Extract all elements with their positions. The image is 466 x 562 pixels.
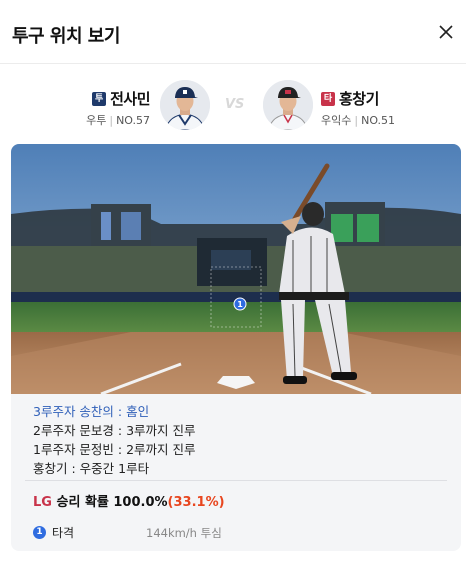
- pitcher-details: 우투 | NO.57: [86, 114, 150, 127]
- divider: [25, 480, 447, 481]
- batter-number: NO.51: [361, 114, 396, 127]
- pitch-marker[interactable]: 1: [237, 300, 243, 309]
- event-list: 3루주자 송찬의 : 홈인 2루주자 문보경 : 3루까지 진루 1루주자 문정…: [33, 402, 443, 478]
- event-item: 1루주자 문정빈 : 2루까지 진루: [33, 442, 196, 457]
- batter-avatar[interactable]: [263, 80, 313, 130]
- event-item: 2루주자 문보경 : 3루까지 진루: [33, 423, 196, 438]
- pitch-card: 1 3루주자 송찬의 : 홈인 2루주자 문보경 : 3루까지 진루 1루주자 …: [11, 144, 461, 551]
- pitcher-hand: 우투: [86, 114, 107, 127]
- pitch-row[interactable]: 1 타격 144km/h 투심: [33, 524, 222, 541]
- batter-name[interactable]: 홍창기: [339, 88, 379, 109]
- pitch-speed: 144km/h 투심: [146, 525, 222, 540]
- batter-hand: 우익수: [321, 114, 352, 127]
- close-icon[interactable]: [436, 22, 456, 42]
- pitch-number-badge: 1: [33, 526, 46, 539]
- dialog-header: 투구 위치 보기: [0, 0, 466, 64]
- pitcher-name[interactable]: 전사민: [110, 88, 150, 109]
- batter-info[interactable]: 타 홍창기 우익수 | NO.51: [321, 88, 395, 128]
- event-item: 홍창기 : 우중간 1루타: [33, 461, 150, 476]
- pitcher-avatar[interactable]: [160, 80, 210, 130]
- stadium-scene: 1: [11, 144, 461, 394]
- batter-badge: 타: [321, 91, 335, 106]
- win-probability-value: 100.0%: [113, 495, 168, 510]
- batter-details: 우익수 | NO.51: [321, 114, 396, 127]
- win-probability-delta: (33.1%): [167, 495, 225, 510]
- win-probability: LG 승리 확률 100.0%(33.1%): [33, 491, 225, 510]
- play-info: 3루주자 송찬의 : 홈인 2루주자 문보경 : 3루까지 진루 1루주자 문정…: [11, 394, 461, 551]
- win-probability-team: LG: [33, 495, 52, 510]
- dialog-title: 투구 위치 보기: [12, 26, 120, 47]
- vs-label: VS: [225, 97, 245, 112]
- win-probability-label: 승리 확률: [51, 495, 114, 510]
- pitcher-badge: 투: [92, 91, 107, 106]
- event-item: 3루주자 송찬의 : 홈인: [33, 404, 150, 419]
- pitch-result: 타격: [52, 526, 75, 540]
- pitcher-number: NO.57: [116, 114, 150, 127]
- pitcher-info[interactable]: 투 전사민 우투 | NO.57: [86, 88, 150, 128]
- matchup-section: 투 전사민 우투 | NO.57 VS 타 홍창기 우익수 | NO.51: [0, 64, 466, 144]
